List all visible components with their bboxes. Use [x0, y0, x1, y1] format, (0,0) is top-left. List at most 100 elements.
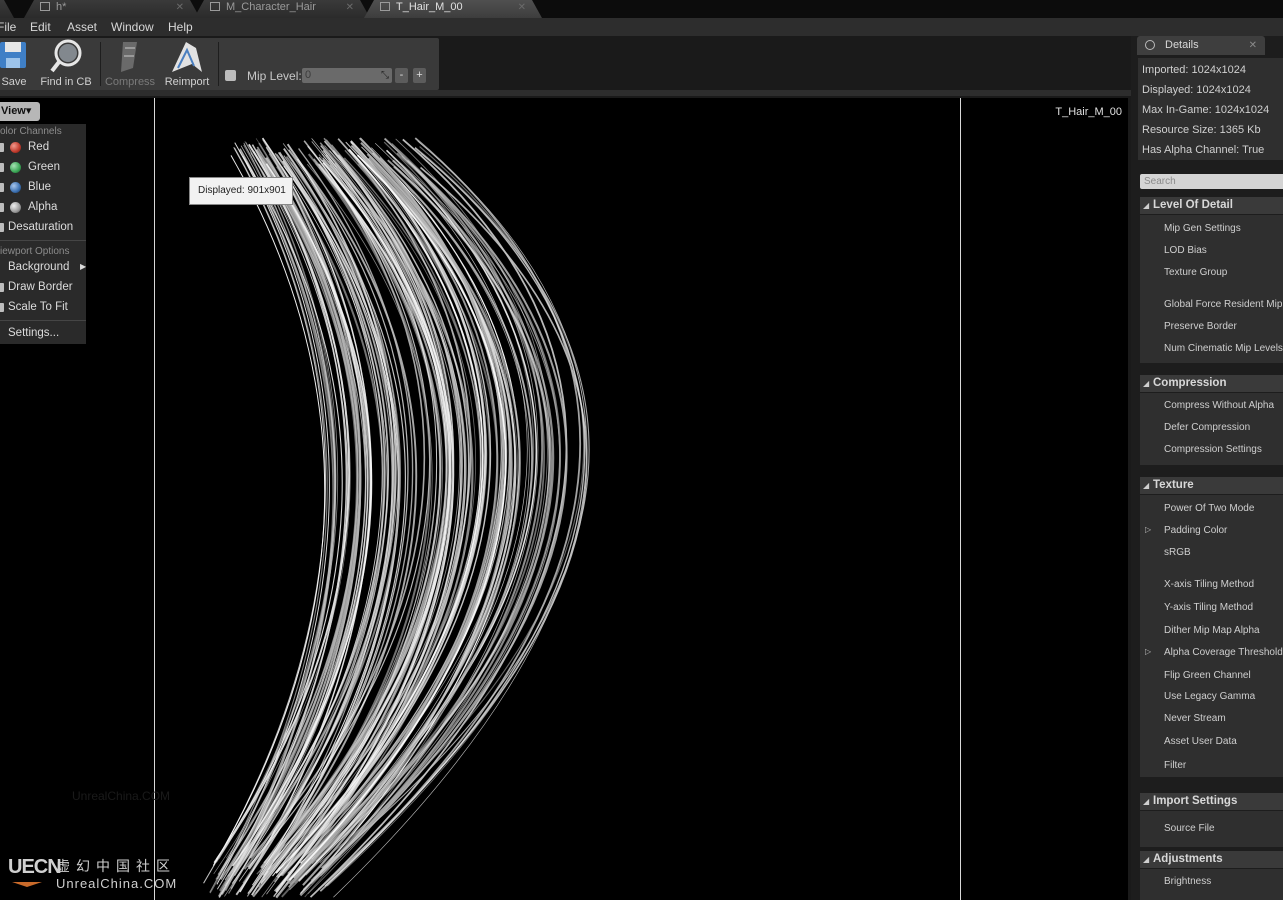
- details-icon: [1145, 40, 1155, 50]
- material-icon: [210, 2, 220, 11]
- mip-level-checkbox[interactable]: [225, 70, 236, 81]
- viewport-options-header: iewport Options: [0, 246, 70, 257]
- alpha-channel-icon: [10, 202, 21, 213]
- prop-y-axis-tiling[interactable]: Y-axis Tiling Method: [1164, 602, 1253, 613]
- category-title: Texture: [1153, 479, 1194, 491]
- prop-asset-user-data[interactable]: Asset User Data: [1164, 736, 1237, 747]
- expand-arrow-icon: ◢: [1143, 855, 1150, 864]
- tab-h-blueprint[interactable]: h* ✕: [24, 0, 200, 18]
- prop-compress-without-alpha[interactable]: Compress Without Alpha: [1164, 400, 1274, 411]
- desaturation-item[interactable]: Desaturation: [0, 219, 86, 237]
- prop-srgb[interactable]: sRGB: [1164, 547, 1191, 558]
- expand-arrow-icon[interactable]: ▷: [1145, 525, 1151, 534]
- draw-border-item[interactable]: Draw Border: [0, 279, 86, 297]
- desaturation-checkbox[interactable]: [0, 223, 4, 232]
- compress-button[interactable]: Compress: [103, 38, 157, 90]
- alpha-checkbox[interactable]: [0, 203, 4, 212]
- close-icon[interactable]: ✕: [176, 1, 184, 15]
- prop-brightness[interactable]: Brightness: [1164, 876, 1211, 887]
- menu-window[interactable]: Window: [111, 20, 154, 34]
- category-texture[interactable]: ◢ Texture: [1140, 477, 1283, 494]
- category-level-of-detail[interactable]: ◢ Level Of Detail: [1140, 197, 1283, 214]
- lod-properties: Mip Gen Settings LOD Bias Texture Group …: [1140, 215, 1283, 363]
- menu-file[interactable]: File: [0, 20, 16, 34]
- mip-level-label: Mip Level:: [247, 69, 302, 83]
- channel-red-item[interactable]: Red: [0, 139, 86, 157]
- prop-x-axis-tiling[interactable]: X-axis Tiling Method: [1164, 579, 1254, 590]
- document-tab-strip: h* ✕ M_Character_Hair ✕ T_Hair_M_00 ✕: [0, 0, 1283, 18]
- submenu-arrow-icon: ▶: [80, 262, 87, 271]
- channel-green-item[interactable]: Green: [0, 159, 86, 177]
- red-channel-icon: [10, 142, 21, 153]
- spin-arrows-icon[interactable]: ⤡: [381, 68, 389, 83]
- view-menu-button[interactable]: View▾: [0, 102, 40, 121]
- red-checkbox[interactable]: [0, 143, 4, 152]
- menu-asset[interactable]: Asset: [67, 20, 97, 34]
- find-in-cb-label: Find in CB: [40, 76, 92, 88]
- resource-size: Resource Size: 1365 Kb: [1142, 124, 1261, 136]
- save-button[interactable]: Save: [0, 38, 28, 90]
- green-channel-icon: [10, 162, 21, 173]
- tab-h[interactable]: [0, 0, 14, 18]
- prop-texture-group[interactable]: Texture Group: [1164, 267, 1227, 278]
- prop-source-file[interactable]: Source File: [1164, 823, 1215, 834]
- prop-num-cinematic-mips[interactable]: Num Cinematic Mip Levels: [1164, 343, 1283, 354]
- green-checkbox[interactable]: [0, 163, 4, 172]
- prop-padding-color[interactable]: Padding Color: [1164, 525, 1227, 536]
- prop-flip-green-channel[interactable]: Flip Green Channel: [1164, 670, 1251, 681]
- hair-strands: [203, 137, 590, 899]
- channel-blue-item[interactable]: Blue: [0, 179, 86, 197]
- menu-edit[interactable]: Edit: [30, 20, 51, 34]
- mip-decrease-button[interactable]: -: [395, 68, 408, 83]
- tab-texture[interactable]: T_Hair_M_00 ✕: [364, 0, 542, 18]
- category-import-settings[interactable]: ◢ Import Settings: [1140, 793, 1283, 810]
- view-menu-dropdown: olor Channels Red Green Blue Alpha Desat…: [0, 124, 86, 344]
- find-in-cb-button[interactable]: Find in CB: [38, 38, 94, 90]
- expand-arrow-icon[interactable]: ▷: [1145, 647, 1151, 656]
- prop-defer-compression[interactable]: Defer Compression: [1164, 422, 1250, 433]
- settings-item[interactable]: Settings...: [0, 325, 86, 343]
- adjustments-properties: Brightness: [1140, 869, 1283, 900]
- channel-alpha-item[interactable]: Alpha: [0, 199, 86, 217]
- prop-compression-settings[interactable]: Compression Settings: [1164, 444, 1262, 455]
- prop-never-stream[interactable]: Never Stream: [1164, 713, 1226, 724]
- asset-name-label: T_Hair_M_00: [1055, 106, 1122, 118]
- prop-filter[interactable]: Filter: [1164, 760, 1186, 771]
- prop-use-legacy-gamma[interactable]: Use Legacy Gamma: [1164, 691, 1255, 702]
- desaturation-label: Desaturation: [8, 221, 74, 233]
- category-title: Adjustments: [1153, 853, 1223, 865]
- mip-increase-button[interactable]: +: [413, 68, 426, 83]
- details-tab[interactable]: Details ✕: [1137, 36, 1265, 55]
- texture-viewport[interactable]: T_Hair_M_00 Displayed: 901x901 View▾ olo…: [0, 98, 1128, 900]
- prop-alpha-coverage-thresholds[interactable]: Alpha Coverage Thresholds: [1164, 647, 1283, 658]
- category-compression[interactable]: ◢ Compression: [1140, 375, 1283, 392]
- max-ingame-size: Max In-Game: 1024x1024: [1142, 104, 1270, 116]
- prop-preserve-border[interactable]: Preserve Border: [1164, 321, 1237, 332]
- tab-label: M_Character_Hair: [226, 1, 316, 13]
- category-adjustments[interactable]: ◢ Adjustments: [1140, 851, 1283, 868]
- draw-border-checkbox[interactable]: [0, 283, 4, 292]
- scale-to-fit-item[interactable]: Scale To Fit: [0, 299, 86, 317]
- menu-help[interactable]: Help: [168, 20, 193, 34]
- details-search-input[interactable]: Search: [1140, 174, 1283, 189]
- prop-lod-bias[interactable]: LOD Bias: [1164, 245, 1207, 256]
- texture-properties: Power Of Two Mode ▷ Padding Color sRGB X…: [1140, 495, 1283, 777]
- background-item[interactable]: Background ▶: [0, 259, 86, 277]
- prop-dither-mip-map-alpha[interactable]: Dither Mip Map Alpha: [1164, 625, 1260, 636]
- prop-power-of-two-mode[interactable]: Power Of Two Mode: [1164, 503, 1254, 514]
- reimport-button[interactable]: Reimport: [160, 38, 214, 90]
- close-icon[interactable]: ✕: [518, 1, 526, 15]
- imported-size: Imported: 1024x1024: [1142, 64, 1246, 76]
- blue-checkbox[interactable]: [0, 183, 4, 192]
- scale-to-fit-checkbox[interactable]: [0, 303, 4, 312]
- prop-global-force-resident[interactable]: Global Force Resident Mip Le: [1164, 299, 1283, 310]
- mip-level-input[interactable]: 0 ⤡: [302, 68, 392, 83]
- expand-arrow-icon: ◢: [1143, 797, 1150, 806]
- tab-label: h*: [56, 1, 67, 13]
- close-icon[interactable]: ✕: [346, 1, 354, 15]
- close-icon[interactable]: ✕: [1249, 36, 1257, 55]
- settings-label: Settings...: [8, 327, 60, 339]
- blue-channel-icon: [10, 182, 21, 193]
- tab-material[interactable]: M_Character_Hair ✕: [194, 0, 370, 18]
- prop-mip-gen-settings[interactable]: Mip Gen Settings: [1164, 223, 1241, 234]
